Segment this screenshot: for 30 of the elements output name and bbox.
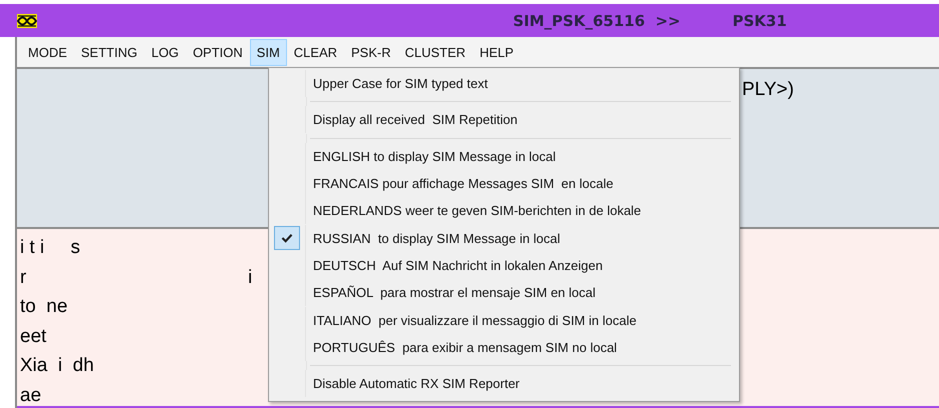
menu-option[interactable]: NEDERLANDS weer te geven SIM-berichten in de lokale <box>313 203 642 218</box>
received-text-line: Xia i dh <box>20 354 94 378</box>
menu-option[interactable]: PORTUGUÊS para exibir a mensagem SIM no local <box>313 340 617 355</box>
menu-option[interactable]: Display all received SIM Repetition <box>313 112 518 128</box>
received-text-line: i t i s <box>20 236 80 260</box>
menu-option[interactable]: Upper Case for SIM typed text <box>313 76 488 92</box>
menu-item[interactable]: LOG <box>144 38 186 66</box>
menu-option[interactable]: ITALIANO per visualizzare il messaggio di SIM in locale <box>313 312 636 328</box>
mode-label: PSK31 <box>732 12 787 30</box>
menu-option[interactable]: RUSSIAN to display SIM Message in local <box>313 230 560 246</box>
received-text-line: ae <box>20 384 42 406</box>
menu-item[interactable]: OPTION <box>186 38 250 66</box>
menu-option[interactable]: ESPAÑOL para mostrar el mensaje SIM en local <box>313 285 596 300</box>
menu-item[interactable]: CLUSTER <box>398 38 473 66</box>
menu-item[interactable]: PSK-R <box>344 38 398 66</box>
menu-item[interactable]: SETTING <box>74 38 144 66</box>
menu-item[interactable]: HELP <box>472 38 521 66</box>
menu-option[interactable]: FRANCAIS pour affichage Messages SIM en locale <box>313 176 614 192</box>
menu-item[interactable]: CLEAR <box>286 38 344 66</box>
menu-option[interactable]: DEUTSCH Auf SIM Nachricht in lokalen Anzeigen <box>313 258 603 273</box>
transmit-text: PLY>) <box>742 79 794 100</box>
app-logo-icon <box>17 14 37 28</box>
menu-option[interactable]: ENGLISH to display SIM Message in local <box>313 148 556 164</box>
menu-item[interactable]: MODE <box>21 38 74 66</box>
menu-item[interactable]: SIM <box>250 38 287 66</box>
received-text-line: r i <box>20 266 252 290</box>
received-text-line: eet <box>20 324 46 348</box>
window-title: SIM_PSK_65116 >> <box>513 12 680 30</box>
menu-option[interactable]: Disable Automatic RX SIM Reporter <box>313 376 520 392</box>
received-text-line: to ne <box>20 295 68 319</box>
